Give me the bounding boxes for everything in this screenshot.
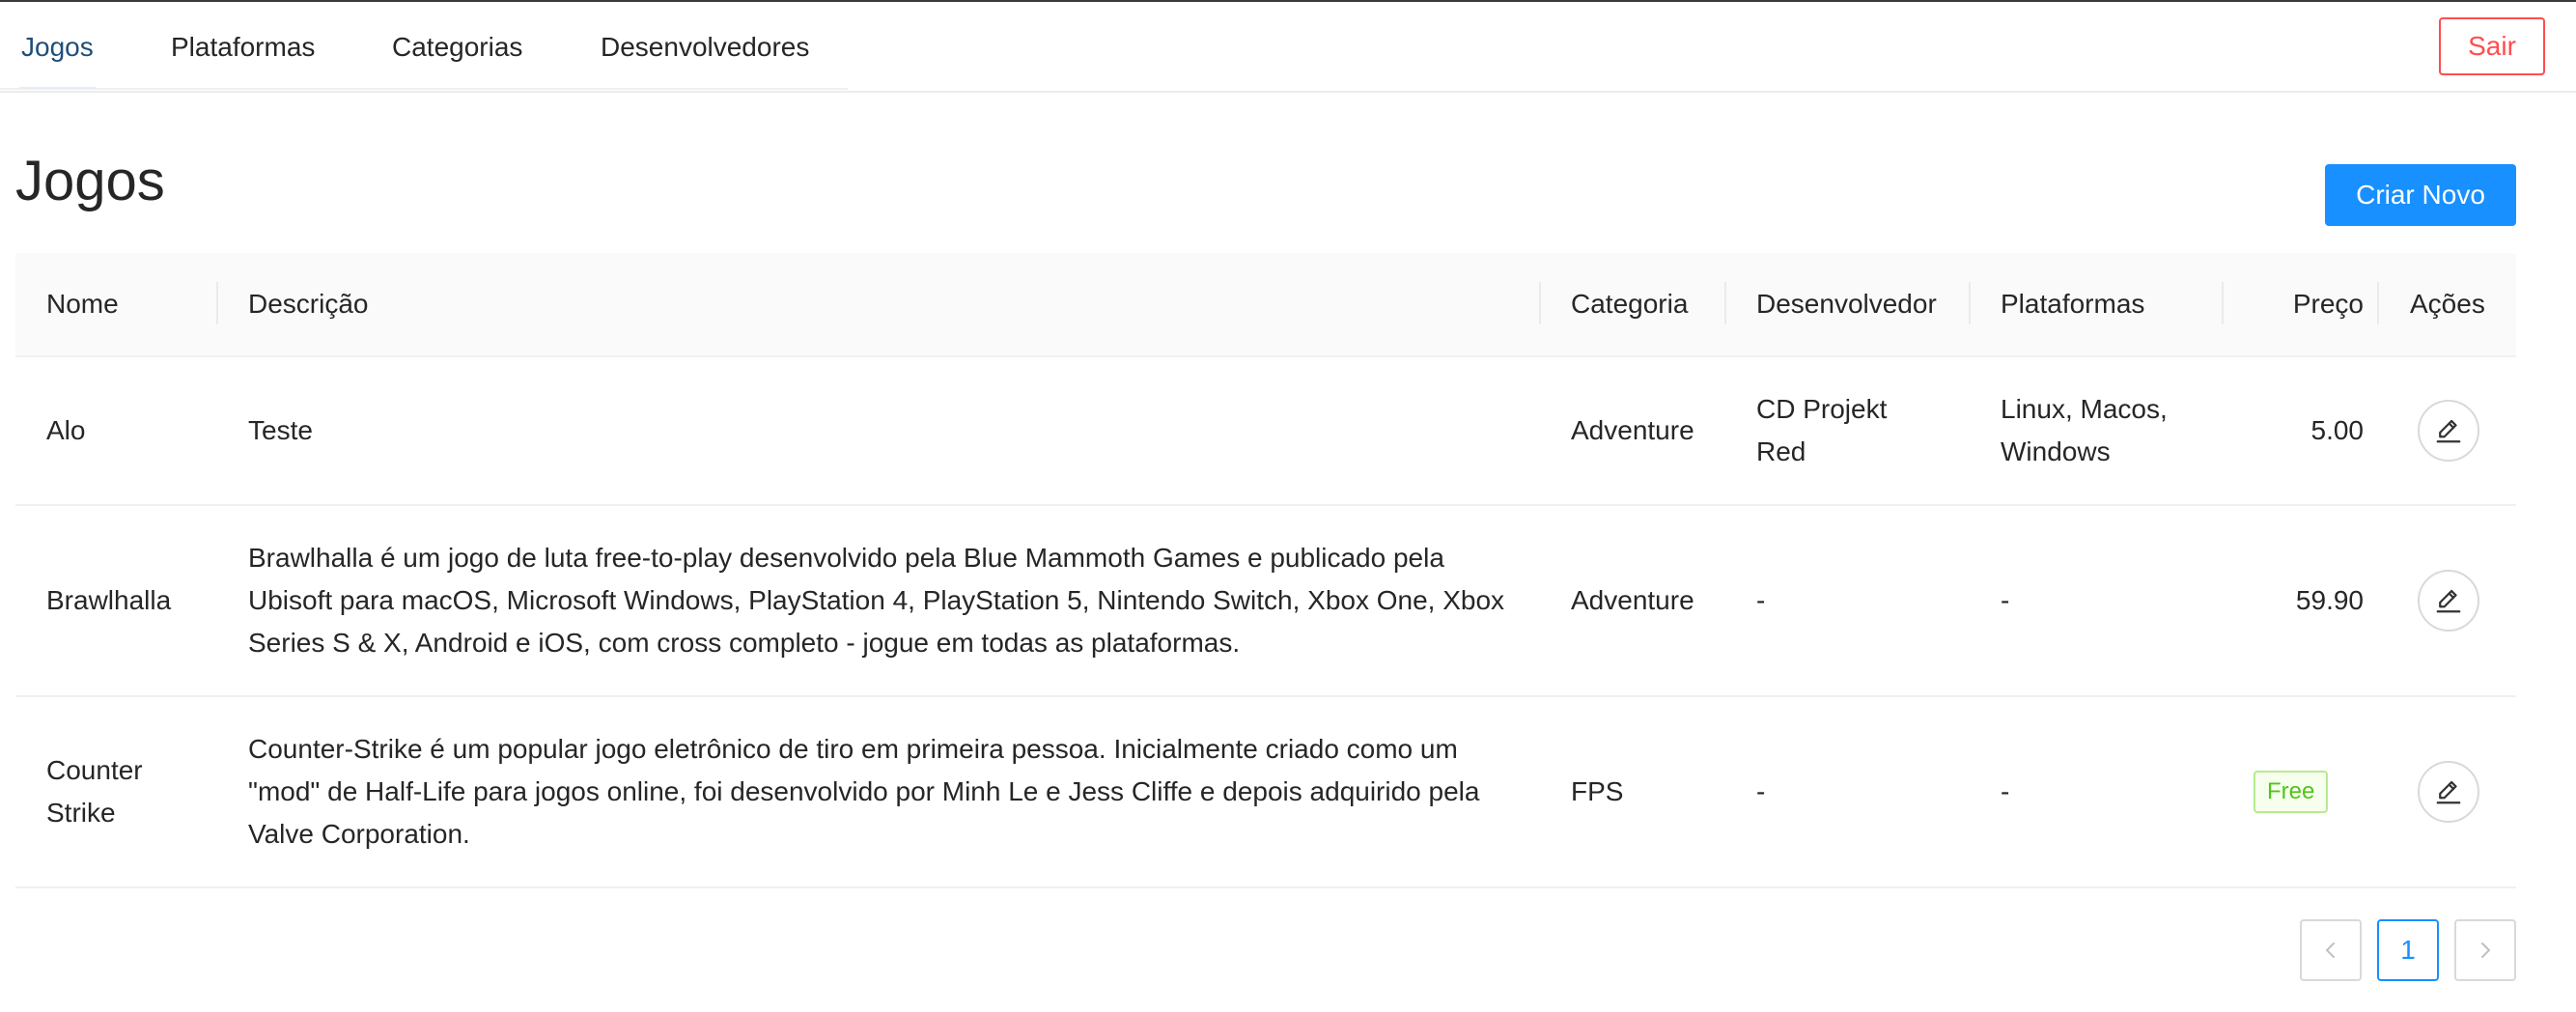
tab-plataformas[interactable]: Plataformas bbox=[171, 2, 315, 91]
column-header-acoes: Ações bbox=[2410, 289, 2485, 319]
cell-price: 5.00 bbox=[2310, 415, 2365, 445]
column-separator bbox=[1969, 282, 1971, 324]
cell-category: Adventure bbox=[1571, 585, 1694, 615]
cell-description: Counter-Strike é um popular jogo eletrôn… bbox=[248, 734, 1480, 849]
table-row: Counter Strike Counter-Strike é um popul… bbox=[15, 697, 2516, 888]
chevron-right-icon bbox=[2481, 942, 2490, 958]
pagination-prev-button[interactable] bbox=[2300, 919, 2362, 981]
edit-button[interactable] bbox=[2418, 400, 2479, 462]
pagination-next-button[interactable] bbox=[2454, 919, 2516, 981]
column-header-categoria[interactable]: Categoria bbox=[1571, 253, 1688, 355]
edit-button[interactable] bbox=[2418, 761, 2479, 823]
table-header: Nome Descrição Categoria Desenvolvedor P… bbox=[15, 253, 2516, 357]
tab-jogos[interactable]: Jogos bbox=[19, 2, 96, 91]
table-row: Brawlhalla Brawlhalla é um jogo de luta … bbox=[15, 506, 2516, 697]
table-row: Alo Teste Adventure CD Projekt Red Linux… bbox=[15, 357, 2516, 506]
edit-icon bbox=[2436, 419, 2461, 443]
cell-description: Teste bbox=[248, 415, 313, 445]
edit-icon bbox=[2436, 589, 2461, 613]
tab-desenvolvedores[interactable]: Desenvolvedores bbox=[601, 2, 809, 91]
column-header-preco[interactable]: Preço bbox=[2254, 253, 2364, 355]
cell-developer: - bbox=[1756, 776, 1766, 806]
cell-category: Adventure bbox=[1571, 415, 1694, 445]
cell-price: 59.90 bbox=[2295, 585, 2364, 615]
create-new-button[interactable]: Criar Novo bbox=[2325, 164, 2516, 226]
cell-name: Counter Strike bbox=[46, 755, 143, 828]
cell-platforms: - bbox=[2001, 776, 2010, 806]
page-title: Jogos bbox=[15, 150, 165, 212]
tab-categorias[interactable]: Categorias bbox=[392, 2, 522, 91]
column-separator bbox=[216, 282, 218, 324]
cell-developer: CD Projekt Red bbox=[1756, 394, 1888, 466]
cell-category: FPS bbox=[1571, 776, 1624, 806]
cell-platforms: - bbox=[2001, 585, 2010, 615]
cell-developer: - bbox=[1756, 585, 1766, 615]
column-separator bbox=[2222, 282, 2224, 324]
column-header-descricao[interactable]: Descrição bbox=[248, 253, 368, 355]
column-separator bbox=[2377, 282, 2379, 324]
edit-button[interactable] bbox=[2418, 570, 2479, 632]
edit-icon bbox=[2436, 780, 2461, 804]
cell-name: Brawlhalla bbox=[46, 585, 172, 615]
free-tag: Free bbox=[2254, 771, 2329, 813]
logout-button[interactable]: Sair bbox=[2439, 17, 2545, 75]
cell-description: Brawlhalla é um jogo de luta free-to-pla… bbox=[248, 543, 1505, 658]
chevron-left-icon bbox=[2326, 942, 2335, 958]
cell-platforms: Linux, Macos, Windows bbox=[2001, 394, 2168, 466]
column-separator bbox=[1539, 282, 1541, 324]
top-navigation: Jogos Plataformas Categorias Desenvolved… bbox=[0, 2, 2576, 93]
pagination-page-1[interactable]: 1 bbox=[2377, 919, 2439, 981]
cell-name: Alo bbox=[46, 415, 86, 445]
column-header-nome[interactable]: Nome bbox=[46, 253, 119, 355]
games-table: Nome Descrição Categoria Desenvolvedor P… bbox=[15, 253, 2516, 888]
column-header-plataformas[interactable]: Plataformas bbox=[2001, 253, 2144, 355]
column-header-desenvolvedor[interactable]: Desenvolvedor bbox=[1756, 253, 1937, 355]
column-separator bbox=[1724, 282, 1726, 324]
